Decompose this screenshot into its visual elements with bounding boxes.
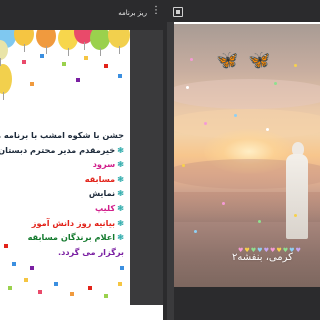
confetti-piece: [24, 278, 28, 282]
sparkle-dot: [234, 114, 237, 117]
program-heading: جشن با شکوه امشب با برنامه های:: [0, 130, 124, 140]
confetti-piece: [30, 266, 34, 270]
slide-panel-header: ریز برنامه ⋮: [0, 0, 165, 28]
confetti-piece: [38, 290, 42, 294]
preview-panel-footer: [174, 287, 320, 320]
program-item: ❃کلیپ: [95, 202, 124, 213]
confetti-piece: [118, 282, 122, 286]
slide-icon[interactable]: [173, 7, 183, 17]
sparkle-dot: [190, 58, 193, 61]
confetti-piece: [104, 294, 108, 298]
confetti-piece: [118, 74, 122, 78]
balloon-decoration: [14, 30, 34, 52]
preview-gutter: [167, 22, 174, 320]
preview-panel-header: [165, 0, 320, 22]
butterfly-icon: 🦋: [216, 50, 239, 71]
balloon-decoration: [36, 30, 56, 54]
sparkle-dot: [204, 122, 207, 125]
confetti-piece: [76, 78, 80, 82]
sparkle-dot: [186, 86, 189, 89]
sparkle-dot: [222, 202, 225, 205]
confetti-piece: [22, 60, 26, 64]
slide-panel-gutter: [130, 30, 163, 305]
flower-bullet-icon: ❃: [117, 144, 124, 155]
flower-bullet-icon: ❃: [117, 232, 124, 243]
confetti-piece: [4, 244, 8, 248]
sparkle-dot: [258, 220, 261, 223]
more-options-icon[interactable]: ⋮: [151, 6, 161, 16]
butterfly-icon: 🦋: [248, 50, 271, 71]
confetti-piece: [84, 56, 88, 60]
program-slide[interactable]: جشن با شکوه امشب با برنامه های: ❃خیرمقدم…: [0, 30, 130, 305]
sparkle-dot: [194, 230, 197, 233]
program-item: ❃بیانیه روز دانش آموز: [31, 217, 124, 228]
program-item: ❃مسابقه: [84, 173, 124, 184]
figure-silhouette: [286, 154, 308, 239]
confetti-piece: [12, 262, 16, 266]
slide-caption: کرمی، بنفشه۲: [232, 252, 293, 263]
confetti-piece: [40, 54, 44, 58]
flower-bullet-icon: ❃: [117, 173, 124, 184]
program-list: جشن با شکوه امشب با برنامه های: ❃خیرمقدم…: [0, 128, 124, 259]
confetti-piece: [88, 286, 92, 290]
confetti-piece: [30, 82, 34, 86]
sparkle-dot: [266, 128, 269, 131]
balloon-decoration: [108, 30, 130, 54]
program-item: ❃خیرمقدم مدیر محترم دبستان: [0, 144, 124, 155]
balloon-decoration: [0, 64, 12, 100]
flower-bullet-icon: ❃: [117, 159, 124, 170]
sparkle-dot: [294, 214, 297, 217]
program-item: ❃اعلام برندگان مسابقه: [27, 232, 124, 243]
confetti-piece: [70, 292, 74, 296]
flower-bullet-icon: ❃: [117, 188, 124, 199]
program-item: ❃نمایش: [88, 188, 124, 199]
confetti-piece: [54, 282, 58, 286]
cloud-layer: [174, 79, 320, 109]
sparkle-dot: [182, 164, 185, 167]
flower-bullet-icon: ❃: [117, 217, 124, 228]
presentation-editor: ریز برنامه ⋮ جشن با شکوه امشب با برنامه …: [0, 0, 320, 320]
confetti-piece: [62, 62, 66, 66]
confetti-piece: [120, 266, 124, 270]
sparkle-dot: [274, 82, 277, 85]
confetti-piece: [8, 286, 12, 290]
program-closing: برگزار می گردد.: [58, 246, 124, 257]
flower-bullet-icon: ❃: [117, 202, 124, 213]
balloon-decoration: [90, 30, 110, 56]
slide-panel-title: ریز برنامه: [118, 9, 147, 17]
confetti-piece: [104, 64, 108, 68]
sparkle-dot: [294, 64, 297, 67]
program-item: ❃سرود: [92, 159, 124, 170]
